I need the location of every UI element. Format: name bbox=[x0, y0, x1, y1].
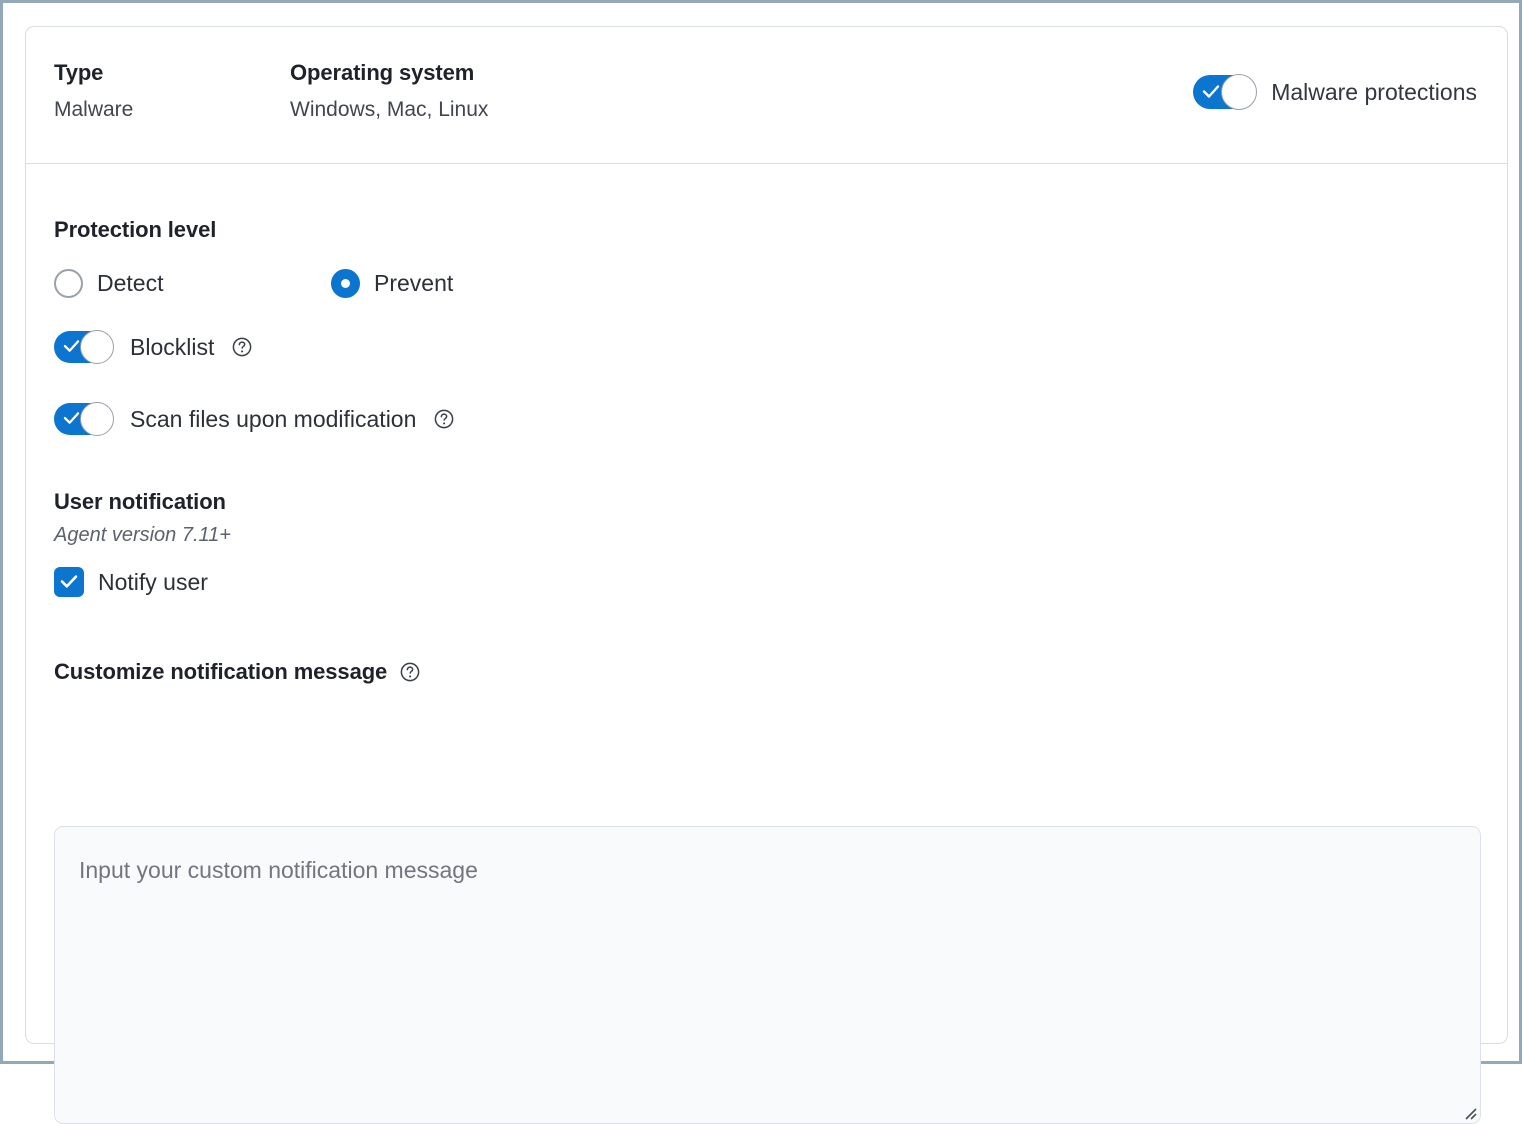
blocklist-label: Blocklist bbox=[130, 334, 214, 361]
check-icon bbox=[63, 411, 80, 426]
blocklist-toggle-row: Blocklist bbox=[54, 331, 252, 363]
radio-prevent-indicator bbox=[331, 269, 360, 298]
malware-protections-toggle[interactable] bbox=[1193, 75, 1255, 109]
scan-files-toggle-row: Scan files upon modification bbox=[54, 403, 454, 435]
toggle-knob bbox=[1221, 74, 1257, 110]
customize-notification-label-row: Customize notification message bbox=[54, 659, 420, 685]
check-icon bbox=[1202, 84, 1220, 100]
malware-policy-card: Type Malware Operating system Windows, M… bbox=[25, 26, 1508, 1044]
meta-type: Type Malware bbox=[54, 59, 133, 125]
card-header: Type Malware Operating system Windows, M… bbox=[26, 27, 1507, 164]
custom-notification-message-field[interactable]: Input your custom notification message bbox=[54, 826, 1481, 1124]
radio-option-prevent[interactable]: Prevent bbox=[331, 269, 453, 298]
protection-level-title: Protection level bbox=[54, 217, 216, 243]
malware-protections-toggle-row: Malware protections bbox=[1193, 75, 1477, 109]
blocklist-toggle[interactable] bbox=[54, 331, 112, 363]
operating-system-value: Windows, Mac, Linux bbox=[290, 95, 488, 125]
meta-operating-system: Operating system Windows, Mac, Linux bbox=[290, 59, 488, 125]
radio-prevent-label: Prevent bbox=[374, 270, 453, 297]
operating-system-label: Operating system bbox=[290, 59, 488, 87]
type-value: Malware bbox=[54, 95, 133, 125]
viewport-frame: Type Malware Operating system Windows, M… bbox=[0, 0, 1522, 1064]
scan-files-upon-modification-label: Scan files upon modification bbox=[130, 406, 416, 433]
toggle-knob bbox=[80, 402, 114, 436]
help-icon[interactable] bbox=[400, 662, 420, 682]
toggle-knob bbox=[80, 330, 114, 364]
resize-handle-icon[interactable] bbox=[1461, 1104, 1477, 1120]
user-notification-title: User notification bbox=[54, 489, 226, 515]
type-label: Type bbox=[54, 59, 133, 87]
custom-notification-message-placeholder: Input your custom notification message bbox=[79, 857, 478, 884]
user-notification-subtitle: Agent version 7.11+ bbox=[54, 524, 231, 547]
scan-files-upon-modification-toggle[interactable] bbox=[54, 403, 112, 435]
notify-user-label: Notify user bbox=[98, 569, 208, 596]
help-icon[interactable] bbox=[232, 337, 252, 357]
notify-user-checkbox[interactable] bbox=[54, 567, 84, 597]
check-icon bbox=[60, 574, 78, 590]
radio-detect-indicator bbox=[54, 269, 83, 298]
customize-notification-title: Customize notification message bbox=[54, 659, 387, 685]
radio-option-detect[interactable]: Detect bbox=[54, 269, 163, 298]
radio-detect-label: Detect bbox=[97, 270, 163, 297]
notify-user-checkbox-row[interactable]: Notify user bbox=[54, 567, 208, 597]
check-icon bbox=[63, 339, 80, 354]
help-icon[interactable] bbox=[434, 409, 454, 429]
malware-protections-label: Malware protections bbox=[1271, 79, 1477, 106]
